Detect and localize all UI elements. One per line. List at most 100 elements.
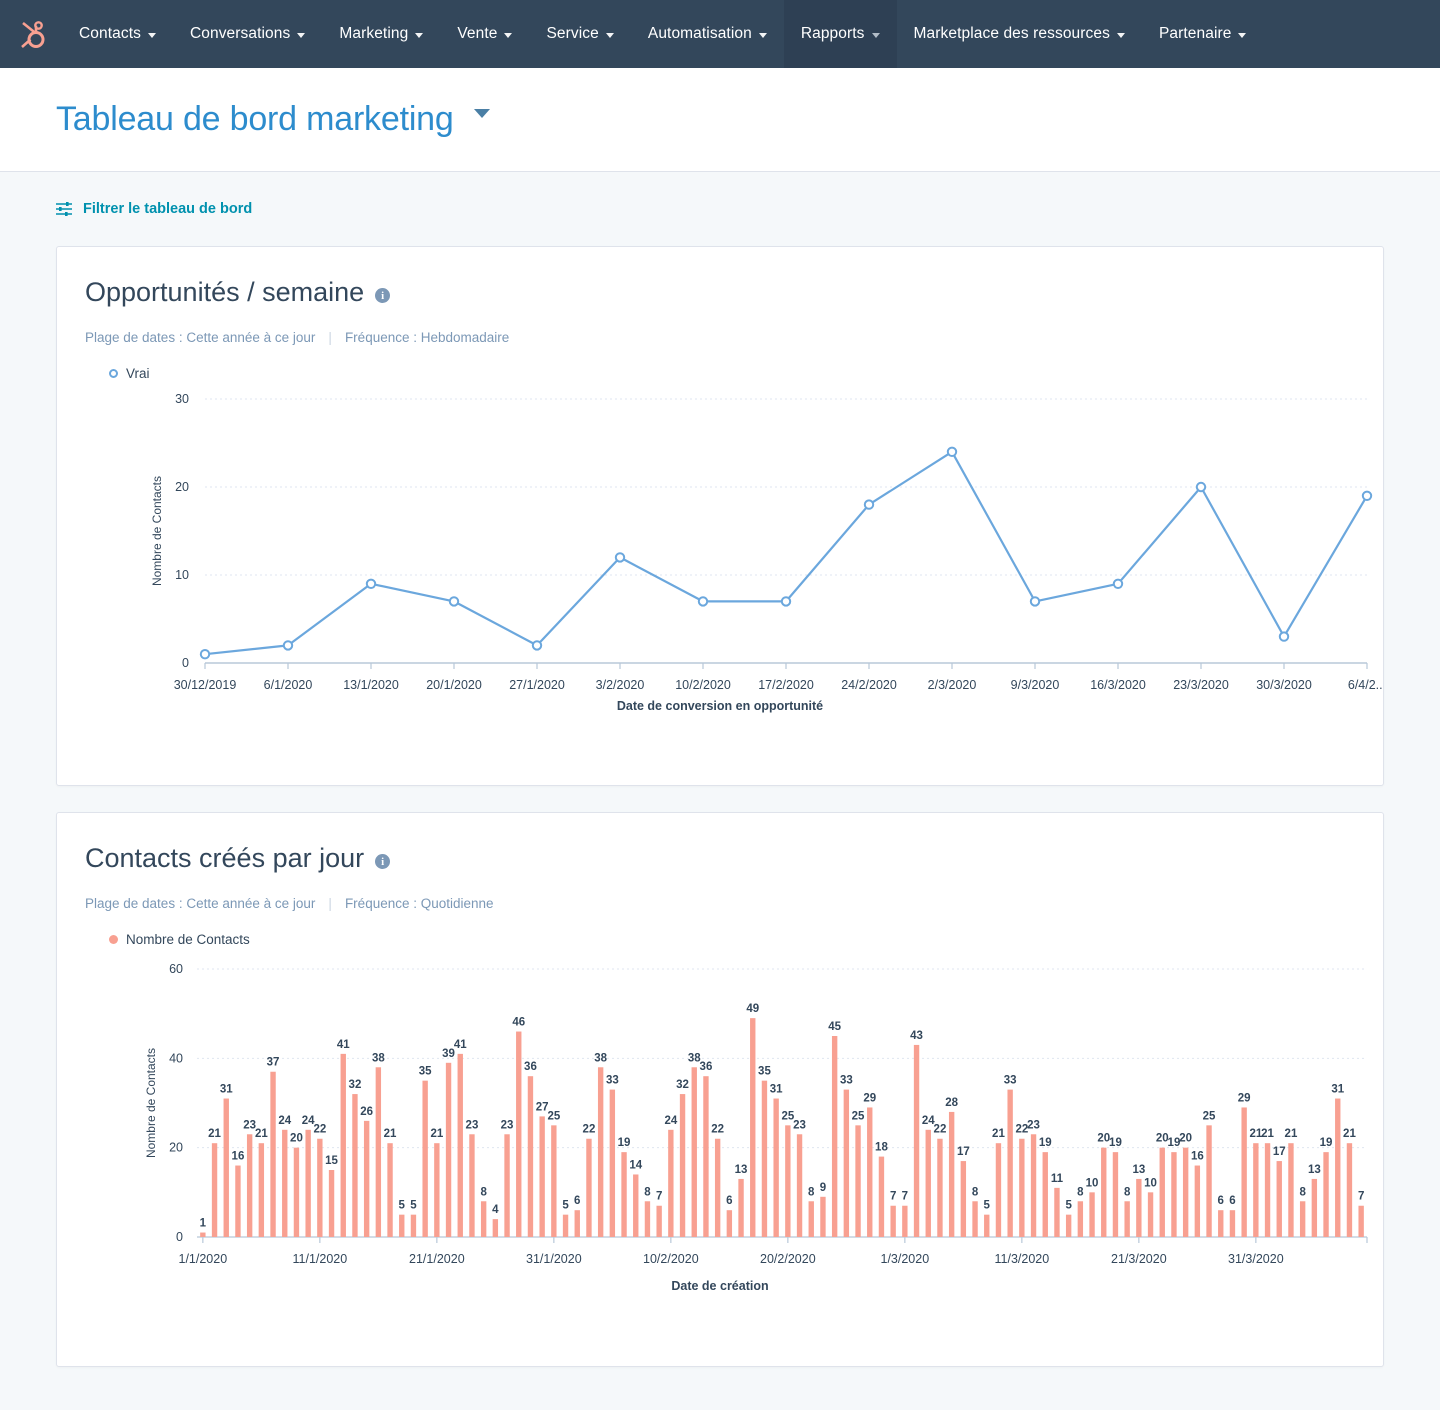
bar[interactable] — [750, 1018, 756, 1237]
bar[interactable] — [1042, 1152, 1048, 1237]
bar[interactable] — [340, 1053, 346, 1237]
bar[interactable] — [679, 1094, 686, 1237]
bar[interactable] — [656, 1205, 662, 1237]
bar[interactable] — [1030, 1134, 1037, 1237]
bar[interactable] — [539, 1116, 545, 1237]
bar[interactable] — [586, 1138, 592, 1237]
line-data-point[interactable] — [697, 596, 709, 607]
bar[interactable] — [890, 1205, 896, 1237]
bar[interactable] — [913, 1044, 920, 1237]
info-icon[interactable]: i — [375, 854, 391, 869]
bar[interactable] — [761, 1080, 768, 1237]
bar[interactable] — [1089, 1192, 1095, 1237]
legend-bar-chart[interactable]: Nombre de Contacts — [57, 911, 250, 947]
line-data-point[interactable] — [1112, 578, 1124, 590]
nav-item-contacts[interactable]: Contacts — [62, 0, 173, 68]
info-icon[interactable]: i — [375, 288, 391, 303]
line-data-point[interactable] — [1195, 481, 1207, 493]
bar[interactable] — [317, 1138, 323, 1237]
hubspot-logo[interactable] — [0, 0, 62, 68]
line-data-point[interactable] — [863, 499, 875, 510]
bar[interactable] — [200, 1232, 206, 1237]
bar[interactable] — [399, 1214, 405, 1237]
bar[interactable] — [504, 1134, 510, 1237]
bar[interactable] — [1007, 1089, 1013, 1237]
bar[interactable] — [1054, 1187, 1060, 1237]
line-data-point[interactable] — [1278, 631, 1290, 642]
bar[interactable] — [597, 1067, 604, 1237]
bar[interactable] — [609, 1089, 616, 1237]
bar[interactable] — [480, 1201, 487, 1237]
bar[interactable] — [352, 1094, 358, 1237]
bar[interactable] — [714, 1138, 721, 1237]
bar[interactable] — [246, 1134, 253, 1237]
bar[interactable] — [1241, 1107, 1247, 1237]
bar[interactable] — [726, 1210, 733, 1237]
line-data-point[interactable] — [1361, 490, 1373, 502]
line-data-point[interactable] — [1029, 596, 1041, 607]
bar[interactable] — [808, 1201, 814, 1237]
bar[interactable] — [1112, 1152, 1119, 1237]
bar[interactable] — [668, 1129, 674, 1237]
bar[interactable] — [516, 1031, 522, 1237]
bar[interactable] — [831, 1036, 838, 1237]
bar[interactable] — [1346, 1143, 1353, 1237]
bar[interactable] — [1335, 1098, 1341, 1237]
bar[interactable] — [574, 1210, 580, 1237]
nav-item-automatisation[interactable]: Automatisation — [631, 0, 784, 68]
bar[interactable] — [551, 1125, 557, 1237]
bar[interactable] — [621, 1152, 627, 1237]
bar[interactable] — [211, 1143, 218, 1237]
nav-item-marketplace[interactable]: Marketplace des ressources — [897, 0, 1142, 68]
bar[interactable] — [984, 1214, 990, 1237]
bar[interactable] — [1253, 1143, 1259, 1237]
bar[interactable] — [843, 1089, 850, 1237]
bar[interactable] — [363, 1120, 370, 1237]
line-data-point[interactable] — [946, 446, 958, 458]
bar[interactable] — [270, 1071, 276, 1237]
bar[interactable] — [410, 1214, 417, 1237]
bar[interactable] — [1218, 1210, 1224, 1237]
line-data-point[interactable] — [365, 578, 377, 590]
bar[interactable] — [867, 1107, 873, 1237]
dashboard-selector-chevron-down-icon[interactable] — [473, 109, 490, 118]
bar[interactable] — [1206, 1125, 1212, 1237]
bar[interactable] — [796, 1134, 803, 1237]
nav-item-vente[interactable]: Vente — [440, 0, 529, 68]
line-data-point[interactable] — [614, 552, 626, 563]
bar[interactable] — [1229, 1210, 1236, 1237]
line-data-point[interactable] — [282, 640, 294, 651]
bar[interactable] — [375, 1067, 382, 1237]
line-data-point[interactable] — [199, 649, 211, 660]
bar[interactable] — [1147, 1192, 1154, 1237]
bar[interactable] — [1311, 1178, 1318, 1237]
bar[interactable] — [1077, 1201, 1084, 1237]
bar[interactable] — [492, 1219, 499, 1237]
line-data-point[interactable] — [448, 596, 460, 607]
bar[interactable] — [1182, 1147, 1189, 1237]
bar[interactable] — [434, 1143, 440, 1237]
bar[interactable] — [1065, 1214, 1072, 1237]
bar[interactable] — [820, 1196, 826, 1237]
bar[interactable] — [562, 1214, 569, 1237]
bar[interactable] — [445, 1062, 452, 1237]
nav-item-marketing[interactable]: Marketing — [322, 0, 440, 68]
bar[interactable] — [387, 1143, 393, 1237]
bar[interactable] — [1171, 1152, 1177, 1237]
bar[interactable] — [1288, 1143, 1294, 1237]
filter-dashboard-button[interactable]: Filtrer le tableau de bord — [56, 201, 252, 217]
bar[interactable] — [1124, 1201, 1130, 1237]
bar[interactable] — [925, 1129, 931, 1237]
bar[interactable] — [855, 1125, 861, 1237]
nav-item-partenaire[interactable]: Partenaire — [1142, 0, 1264, 68]
bar[interactable] — [972, 1201, 978, 1237]
line-data-point[interactable] — [531, 640, 543, 651]
bar[interactable] — [785, 1125, 791, 1237]
bar[interactable] — [258, 1143, 265, 1237]
bar[interactable] — [1136, 1178, 1142, 1237]
bar[interactable] — [1101, 1147, 1107, 1237]
bar[interactable] — [223, 1098, 229, 1237]
bar[interactable] — [633, 1174, 639, 1237]
bar[interactable] — [1019, 1138, 1025, 1237]
bar[interactable] — [937, 1138, 943, 1237]
